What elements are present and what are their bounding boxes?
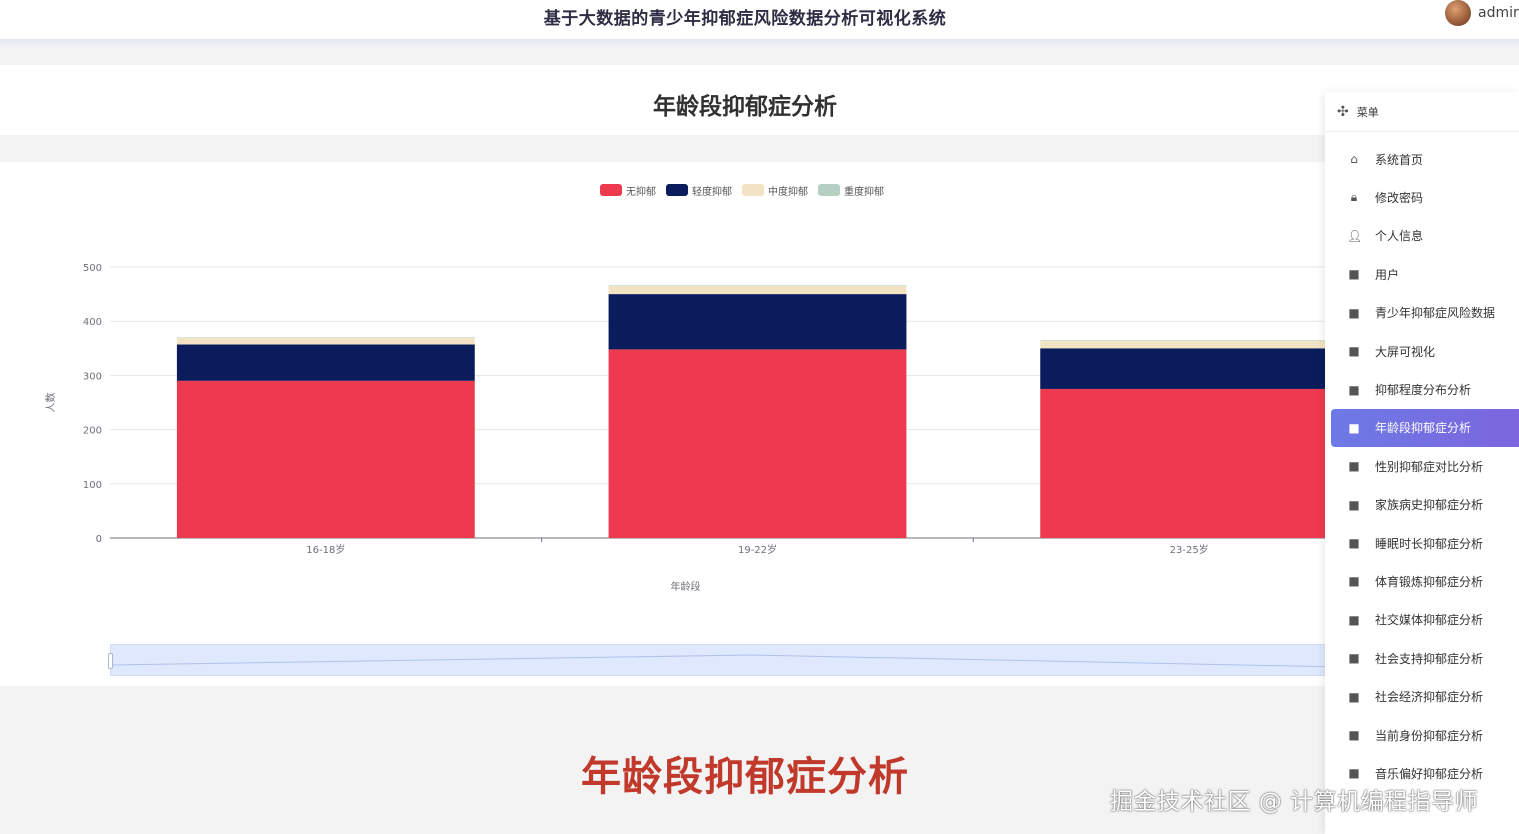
menu-item[interactable]: ■ 社交媒体抑郁症分析: [1325, 601, 1519, 639]
move-icon: ✣: [1337, 103, 1349, 120]
datazoom-slider[interactable]: [108, 644, 1341, 676]
menu-item[interactable]: ■ 社会经济抑郁症分析: [1325, 677, 1519, 715]
grid-icon: ■: [1348, 536, 1360, 551]
y-tick-label: 200: [83, 426, 102, 437]
x-tick-label: 16-18岁: [306, 543, 345, 556]
menu-item[interactable]: ■ 青少年抑郁症风险数据: [1325, 294, 1519, 332]
x-tick-label: 23-25岁: [1170, 543, 1209, 556]
grid-icon: ■: [1348, 305, 1360, 320]
top-bar-shadow: [0, 40, 1519, 48]
y-tick-label: 100: [83, 480, 102, 491]
home-icon: ⌂: [1350, 152, 1358, 167]
menu-item-label: 音乐偏好抑郁症分析: [1375, 766, 1484, 781]
watermark: 掘金技术社区 @ 计算机编程指导师: [1110, 789, 1479, 815]
menu-item[interactable]: ■ 用户: [1325, 255, 1519, 293]
y-tick-label: 0: [96, 534, 102, 545]
datazoom-preview: [111, 654, 1341, 668]
datazoom-handle[interactable]: [108, 653, 113, 669]
menu-item[interactable]: ■ 体育锻炼抑郁症分析: [1325, 562, 1519, 600]
menu-item[interactable]: ■ 社会支持抑郁症分析: [1325, 639, 1519, 677]
menu-item[interactable]: ■ 睡眠时长抑郁症分析: [1325, 524, 1519, 562]
app-title: 基于大数据的青少年抑郁症风险数据分析可视化系统: [543, 9, 947, 29]
menu-header[interactable]: ✣ 菜单: [1325, 92, 1519, 132]
menu-item[interactable]: ■ 性别抑郁症对比分析: [1325, 447, 1519, 485]
menu-item-label: 用户: [1375, 267, 1400, 282]
menu-item[interactable]: ■ 年龄段抑郁症分析: [1331, 408, 1519, 448]
grid-icon: ■: [1348, 766, 1360, 781]
user-name[interactable]: admin: [1478, 5, 1519, 21]
y-axis-title: 人数: [44, 393, 57, 413]
grid-icon: ■: [1348, 267, 1360, 282]
menu-item-label: 青少年抑郁症风险数据: [1375, 306, 1496, 321]
bar-segment: [1040, 340, 1339, 349]
stacked-bar-chart: 0 100 200 300 400 500 16-18岁 19-22岁 23-25岁年龄段 人数: [44, 263, 1405, 593]
menu-header-label: 菜单: [1356, 105, 1379, 119]
menu-item[interactable]: ■ 当前身份抑郁症分析: [1325, 716, 1519, 754]
menu-item[interactable]: ⌂ 系统首页: [1325, 140, 1519, 178]
menu-item-label: 睡眠时长抑郁症分析: [1375, 536, 1484, 551]
menu-item-label: 社会经济抑郁症分析: [1375, 690, 1484, 705]
menu-item-label: 系统首页: [1375, 152, 1424, 167]
bar-segment: [176, 344, 475, 381]
chart-card: 无抑郁 轻度抑郁 中度抑郁 重度抑郁 0 100 200 300 400 500 16-18岁 19…: [0, 162, 1519, 686]
bar-segment: [1040, 340, 1339, 341]
menu-item[interactable]: 🔒︎ 修改密码: [1325, 178, 1519, 216]
y-tick-label: 400: [83, 317, 102, 328]
grid-icon: ■: [1348, 689, 1360, 704]
menu-item-label: 抑郁程度分布分析: [1375, 383, 1472, 398]
menu-item[interactable]: ■ 家族病史抑郁症分析: [1325, 486, 1519, 524]
user-avatar[interactable]: [1445, 0, 1471, 26]
menu-item-label: 当前身份抑郁症分析: [1375, 728, 1484, 743]
grid-icon: ■: [1348, 651, 1360, 666]
page-title-card: 年龄段抑郁症分析: [0, 65, 1519, 135]
grid-icon: ■: [1348, 728, 1360, 743]
menu-item[interactable]: ■ 抑郁程度分布分析: [1325, 370, 1519, 408]
menu-item-label: 社会支持抑郁症分析: [1375, 651, 1484, 666]
menu-item-label: 家族病史抑郁症分析: [1375, 498, 1484, 513]
x-tick-label: 19-22岁: [738, 543, 777, 556]
bar-segment: [608, 285, 907, 295]
bar-segment: [608, 349, 907, 538]
sidebar-menu: ✣ 菜单 ⌂ 系统首页 🔒︎ 修改密码 👤︎ 个人信息 ■ 用户 ■ 青少年抑郁症风险数据 ■ 大屏可…: [1325, 92, 1519, 834]
bar-segment: [176, 338, 475, 345]
bar-segment: [608, 294, 907, 350]
menu-item-label: 个人信息: [1375, 229, 1424, 244]
lock-icon: 🔒︎: [1350, 190, 1358, 205]
bar-segment: [176, 380, 475, 538]
menu-item-label: 体育锻炼抑郁症分析: [1375, 574, 1484, 589]
menu-item-label: 性别抑郁症对比分析: [1375, 459, 1484, 474]
menu-item[interactable]: 👤︎ 个人信息: [1325, 217, 1519, 255]
y-tick-label: 300: [83, 371, 102, 382]
menu-item-label: 大屏可视化: [1375, 344, 1436, 359]
menu-item-label: 社交媒体抑郁症分析: [1375, 613, 1484, 628]
grid-icon: ■: [1348, 612, 1360, 627]
x-axis-title: 年龄段: [671, 580, 701, 593]
grid-icon: ■: [1348, 344, 1360, 359]
grid-icon: ■: [1348, 574, 1360, 589]
bar-segment: [176, 337, 475, 339]
grid-icon: ■: [1348, 459, 1360, 474]
menu-item-label: 年龄段抑郁症分析: [1375, 421, 1472, 436]
grid-icon: ■: [1348, 420, 1360, 435]
top-bar: 基于大数据的青少年抑郁症风险数据分析可视化系统 admin: [0, 0, 1519, 40]
bar-segment: [1040, 348, 1339, 389]
bar-segment: [1040, 388, 1339, 538]
bar-segment: [608, 285, 907, 286]
menu-list: ⌂ 系统首页 🔒︎ 修改密码 👤︎ 个人信息 ■ 用户 ■ 青少年抑郁症风险数据 ■ 大屏可视化 ■ 抑郁…: [1325, 140, 1519, 793]
y-tick-label: 500: [83, 263, 102, 274]
menu-item[interactable]: ■ 大屏可视化: [1325, 332, 1519, 370]
datazoom-track[interactable]: [110, 644, 1341, 676]
menu-item-label: 修改密码: [1375, 191, 1424, 206]
grid-icon: ■: [1348, 497, 1360, 512]
user-icon: 👤︎: [1347, 228, 1363, 243]
grid-icon: ■: [1348, 382, 1360, 397]
page-title: 年龄段抑郁症分析: [653, 94, 837, 120]
